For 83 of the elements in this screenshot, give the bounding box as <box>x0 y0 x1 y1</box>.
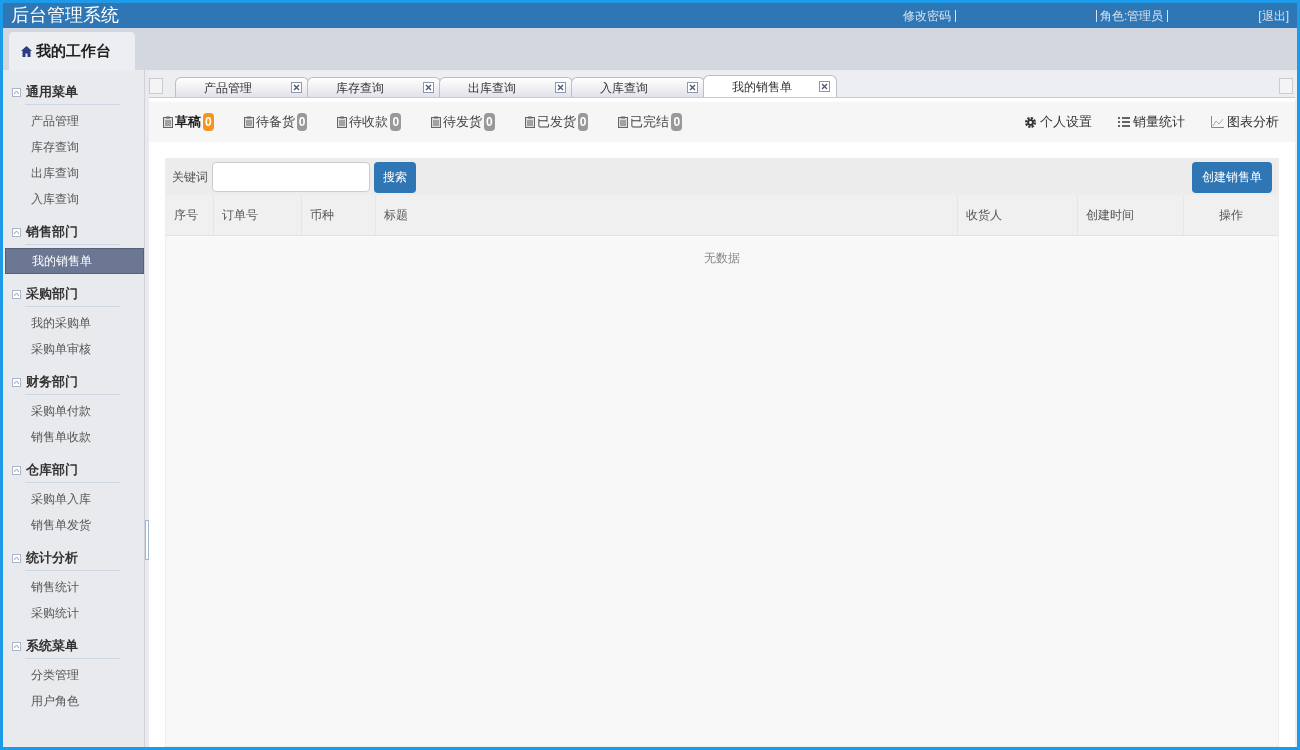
sidebar-item[interactable]: 销售统计 <box>5 574 144 600</box>
close-icon[interactable] <box>687 82 698 93</box>
menu-group-title[interactable]: 采购部门 <box>26 284 78 304</box>
change-password-link[interactable]: 修改密码 <box>903 6 951 25</box>
tab[interactable]: 库存查询 <box>307 77 441 97</box>
clipboard-icon <box>163 116 173 128</box>
keyword-input[interactable] <box>212 162 370 192</box>
tab[interactable]: 出库查询 <box>439 77 573 97</box>
tab[interactable]: 产品管理 <box>175 77 309 97</box>
status-tab[interactable]: 已完结 0 <box>618 102 683 142</box>
sidebar-item[interactable]: 产品管理 <box>5 108 144 134</box>
column-header[interactable]: 收货人 <box>958 195 1078 235</box>
menu-group-title[interactable]: 统计分析 <box>26 548 78 568</box>
count-badge: 0 <box>390 113 402 131</box>
tab[interactable]: 入库查询 <box>571 77 705 97</box>
close-icon[interactable] <box>819 81 830 92</box>
sidebar-item[interactable]: 采购统计 <box>5 600 144 626</box>
count-badge: 0 <box>203 113 214 131</box>
clipboard-icon <box>524 116 535 128</box>
sidebar-item[interactable]: 出库查询 <box>5 160 144 186</box>
close-icon[interactable] <box>423 82 434 93</box>
sidebar-item[interactable]: 采购单审核 <box>5 336 144 362</box>
sidebar-item[interactable]: 入库查询 <box>5 186 144 212</box>
column-header[interactable]: 序号 <box>166 195 214 235</box>
sidebar-item[interactable]: 采购单付款 <box>5 398 144 424</box>
status-tab[interactable]: 待收款 0 <box>337 102 402 142</box>
tab[interactable]: 我的销售单 <box>703 75 837 97</box>
workbench-tab[interactable]: 我的工作台 <box>9 32 135 70</box>
menu-group-title[interactable]: 仓库部门 <box>26 460 78 480</box>
keyword-label: 关键词 <box>172 169 208 186</box>
count-badge: 0 <box>577 113 589 131</box>
user-role-text: 角色:管理员 <box>1100 7 1164 25</box>
clipboard-icon <box>618 116 629 128</box>
sidebar-item[interactable]: 销售单发货 <box>5 512 144 538</box>
logout-link[interactable]: [退出] <box>1258 6 1289 25</box>
close-icon[interactable] <box>555 82 566 93</box>
clipboard-icon <box>243 116 254 128</box>
menu-group-title[interactable]: 销售部门 <box>26 222 78 242</box>
status-tab[interactable]: 已发货 0 <box>524 102 589 142</box>
sidebar-item[interactable]: 我的销售单 <box>5 248 144 274</box>
collapse-icon[interactable] <box>12 289 21 299</box>
collapse-icon[interactable] <box>12 641 21 651</box>
clipboard-icon <box>431 116 442 128</box>
clipboard-icon <box>337 116 348 128</box>
column-header[interactable]: 创建时间 <box>1078 195 1184 235</box>
toolbar-link[interactable]: 个人设置 <box>1024 112 1092 132</box>
sidebar-item[interactable]: 我的采购单 <box>5 310 144 336</box>
app-title: 后台管理系统 <box>11 4 119 27</box>
toolbar-link[interactable]: 销量统计 <box>1118 112 1185 132</box>
list-icon <box>1118 117 1130 127</box>
home-icon <box>21 45 32 57</box>
collapse-icon[interactable] <box>12 227 21 237</box>
sidebar-item[interactable]: 采购单入库 <box>5 486 144 512</box>
search-button[interactable]: 搜索 <box>374 161 416 193</box>
collapse-icon[interactable] <box>12 87 21 97</box>
toolbar-link[interactable]: 图表分析 <box>1211 112 1279 132</box>
create-order-button[interactable]: 创建销售单 <box>1192 161 1272 193</box>
column-header[interactable]: 币种 <box>302 195 376 235</box>
status-tab[interactable]: 待发货 0 <box>431 102 495 142</box>
empty-message: 无数据 <box>704 250 740 267</box>
menu-group-title[interactable]: 财务部门 <box>26 372 78 392</box>
sidebar-item[interactable]: 销售单收款 <box>5 424 144 450</box>
collapse-icon[interactable] <box>12 377 21 387</box>
close-icon[interactable] <box>291 82 302 93</box>
menu-group-title[interactable]: 通用菜单 <box>26 82 78 102</box>
column-header[interactable]: 标题 <box>376 195 958 235</box>
status-tab[interactable]: 待备货 0 <box>243 102 308 142</box>
column-header[interactable]: 操作 <box>1184 195 1278 235</box>
sidebar-item[interactable]: 分类管理 <box>5 662 144 688</box>
collapse-icon[interactable] <box>12 465 21 475</box>
count-badge: 0 <box>484 113 495 131</box>
column-header[interactable]: 订单号 <box>214 195 302 235</box>
settings-icon <box>1024 115 1037 129</box>
chart-icon <box>1211 116 1224 128</box>
sidebar-item[interactable]: 用户角色 <box>5 688 144 714</box>
scroll-left-button[interactable] <box>149 78 163 94</box>
sidebar-item[interactable]: 库存查询 <box>5 134 144 160</box>
menu-group-title[interactable]: 系统菜单 <box>26 636 78 656</box>
count-badge: 0 <box>671 113 683 131</box>
count-badge: 0 <box>296 113 308 131</box>
scroll-right-button[interactable] <box>1279 78 1293 94</box>
collapse-icon[interactable] <box>12 553 21 563</box>
collapse-handle[interactable] <box>145 520 149 560</box>
